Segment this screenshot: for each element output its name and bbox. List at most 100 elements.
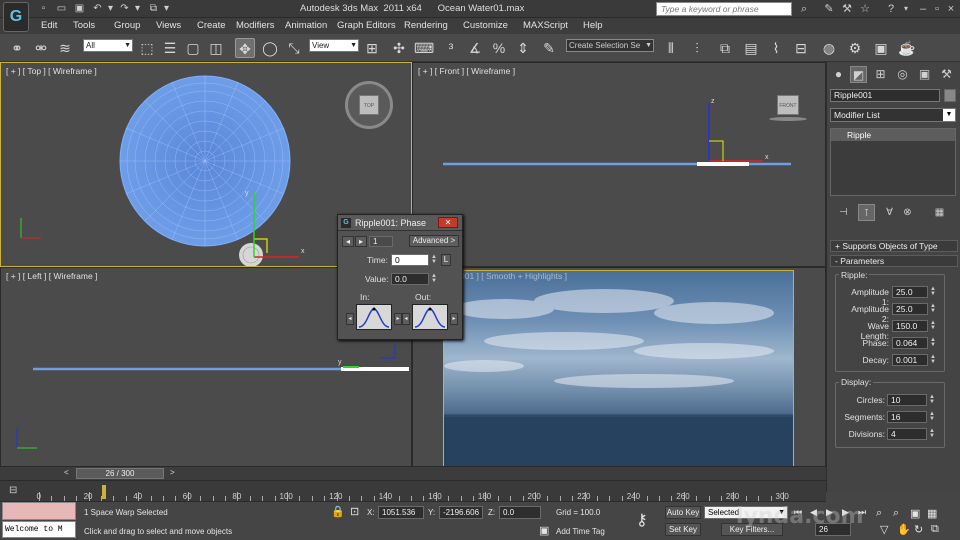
- mirror-icon[interactable]: ⫴: [661, 38, 681, 58]
- front-gizmo-plane[interactable]: [709, 140, 724, 161]
- amplitude2-spinner[interactable]: 25.0 ▲ ▼: [892, 303, 936, 315]
- spinner-snap-icon[interactable]: ⇕: [513, 38, 533, 58]
- quick-access-dropdown-icon[interactable]: ▾: [160, 2, 173, 15]
- curve-editor-icon[interactable]: ⌇: [766, 38, 786, 58]
- menu-edit[interactable]: Edit: [41, 20, 57, 31]
- prev-key-button[interactable]: ◂: [342, 236, 354, 247]
- lock-key-button[interactable]: L: [441, 254, 451, 266]
- out-tangent-prev-button[interactable]: ◂: [402, 313, 410, 325]
- time-slider-prev-icon[interactable]: <: [64, 468, 69, 477]
- configure-modifier-sets-icon[interactable]: ▦: [931, 204, 948, 221]
- set-key-button[interactable]: Set Key: [665, 523, 701, 536]
- snaps-toggle-icon[interactable]: ³: [441, 38, 461, 58]
- spinner-arrows-icon[interactable]: ▲ ▼: [430, 254, 438, 265]
- out-tangent-next-button[interactable]: ▸: [450, 313, 458, 325]
- render-setup-icon[interactable]: ⚙: [845, 38, 865, 58]
- modifier-list-dropdown[interactable]: Modifier List ▼: [830, 108, 956, 122]
- select-and-move-icon[interactable]: ✥: [235, 38, 255, 58]
- next-key-button[interactable]: ▸: [355, 236, 367, 247]
- material-editor-icon[interactable]: ◍: [819, 38, 839, 58]
- menu-tools[interactable]: Tools: [73, 20, 95, 31]
- select-manipulate-icon[interactable]: ✣: [389, 38, 409, 58]
- y-coordinate-field[interactable]: -2196.606: [439, 506, 483, 519]
- close-icon[interactable]: ×: [944, 2, 958, 16]
- new-file-icon[interactable]: ▫: [37, 2, 50, 15]
- schematic-view-icon[interactable]: ⊟: [791, 38, 811, 58]
- spinner-arrows-icon[interactable]: ▲ ▼: [929, 354, 937, 365]
- display-tab-icon[interactable]: ▣: [916, 66, 933, 83]
- menu-maxscript[interactable]: MAXScript: [523, 20, 568, 31]
- restore-icon[interactable]: ▫: [930, 2, 944, 16]
- render-production-icon[interactable]: ☕: [897, 38, 917, 58]
- reference-coordinate-dropdown[interactable]: View ▼: [309, 39, 359, 52]
- unlink-icon[interactable]: ⚮: [31, 38, 51, 58]
- pivot-center-icon[interactable]: ⊞: [362, 38, 382, 58]
- divisions-spinner[interactable]: 4 ▲ ▼: [887, 428, 935, 440]
- layer-manager-icon[interactable]: ⧉: [715, 38, 735, 58]
- maxscript-mini-listener[interactable]: [2, 502, 76, 520]
- time-spinner[interactable]: 0 ▲ ▼: [391, 254, 437, 266]
- value-spinner[interactable]: 0.0 ▲ ▼: [391, 273, 437, 285]
- create-tab-icon[interactable]: ●: [830, 66, 847, 83]
- open-file-icon[interactable]: ▭: [55, 2, 68, 15]
- percent-snap-icon[interactable]: %: [489, 38, 509, 58]
- named-selection-set-dropdown[interactable]: Create Selection Se ▼: [566, 39, 654, 52]
- menu-views[interactable]: Views: [156, 20, 181, 31]
- show-end-result-icon[interactable]: ⊺: [858, 204, 875, 221]
- left-gizmo-plane[interactable]: [381, 344, 396, 359]
- angle-snap-icon[interactable]: ∡: [465, 38, 485, 58]
- help-dropdown-icon[interactable]: ▾: [899, 2, 913, 16]
- remove-modifier-icon[interactable]: ⊗: [899, 204, 916, 221]
- dialog-title-bar[interactable]: G Ripple001: Phase ✕: [338, 215, 462, 231]
- time-tag-icon[interactable]: ▣: [539, 524, 549, 537]
- field-of-view-icon[interactable]: ▽: [880, 523, 888, 536]
- rollout-supports-objects[interactable]: + Supports Objects of Type: [830, 240, 958, 252]
- window-crossing-icon[interactable]: ◫: [206, 38, 226, 58]
- selection-lock-icon[interactable]: 🔒: [331, 505, 345, 518]
- select-by-name-icon[interactable]: ☰: [160, 38, 180, 58]
- graphite-ribbon-icon[interactable]: ▤: [741, 38, 761, 58]
- viewcube-top-face[interactable]: TOP: [359, 95, 379, 115]
- viewcube-ring[interactable]: TOP: [345, 81, 393, 129]
- phase-spinner[interactable]: 0.064 ▲ ▼: [892, 337, 936, 349]
- zoom-icon[interactable]: ⌕: [876, 507, 882, 520]
- keyboard-shortcut-override-icon[interactable]: ⌨: [414, 38, 434, 58]
- viewcube-front-face[interactable]: FRONT: [777, 95, 799, 115]
- select-and-link-icon[interactable]: ⚭: [7, 38, 27, 58]
- motion-tab-icon[interactable]: ◎: [894, 66, 911, 83]
- time-slider-next-icon[interactable]: >: [170, 468, 175, 477]
- hierarchy-tab-icon[interactable]: ⊞: [872, 66, 889, 83]
- application-button[interactable]: G: [3, 2, 29, 32]
- menu-help[interactable]: Help: [583, 20, 603, 31]
- advanced-button[interactable]: Advanced >: [409, 235, 459, 247]
- perspective-render-region[interactable]: [443, 270, 794, 466]
- select-object-icon[interactable]: ⬚: [137, 38, 157, 58]
- align-icon[interactable]: ⫶: [687, 38, 707, 58]
- menu-customize[interactable]: Customize: [463, 20, 508, 31]
- selection-filter-dropdown[interactable]: All ▼: [83, 39, 133, 52]
- object-name-field[interactable]: Ripple001: [830, 89, 940, 102]
- amplitude1-spinner[interactable]: 25.0 ▲ ▼: [892, 286, 936, 298]
- save-file-icon[interactable]: ▣: [73, 2, 86, 15]
- circles-spinner[interactable]: 10 ▲ ▼: [887, 394, 935, 406]
- redo-dropdown-icon[interactable]: ▾: [131, 2, 144, 15]
- pan-icon[interactable]: ✋: [897, 523, 911, 536]
- subscription-icon[interactable]: ⚒: [840, 2, 854, 16]
- key-number-field[interactable]: 1: [369, 236, 393, 247]
- object-color-swatch[interactable]: [944, 89, 956, 102]
- zoom-all-icon[interactable]: ⌕: [893, 507, 899, 520]
- spinner-arrows-icon[interactable]: ▲ ▼: [430, 273, 438, 284]
- stack-item-ripple[interactable]: Ripple: [831, 129, 955, 141]
- menu-animation[interactable]: Animation: [285, 20, 327, 31]
- menu-rendering[interactable]: Rendering: [404, 20, 448, 31]
- search-icon[interactable]: ⌕: [797, 2, 811, 16]
- viewport-label-perspective[interactable]: 001 ] [ Smooth + Highlights ]: [460, 271, 567, 281]
- menu-group[interactable]: Group: [114, 20, 140, 31]
- rollout-parameters[interactable]: - Parameters: [830, 255, 958, 267]
- time-slider[interactable]: 26 / 300: [76, 468, 164, 479]
- orbit-icon[interactable]: ↻: [914, 523, 923, 536]
- maxscript-listener-output[interactable]: Welcome to M: [2, 521, 76, 538]
- ripple-gizmo-front[interactable]: [697, 162, 749, 166]
- spinner-arrows-icon[interactable]: ▲ ▼: [929, 286, 937, 297]
- modify-tab-icon[interactable]: ◩: [850, 66, 867, 83]
